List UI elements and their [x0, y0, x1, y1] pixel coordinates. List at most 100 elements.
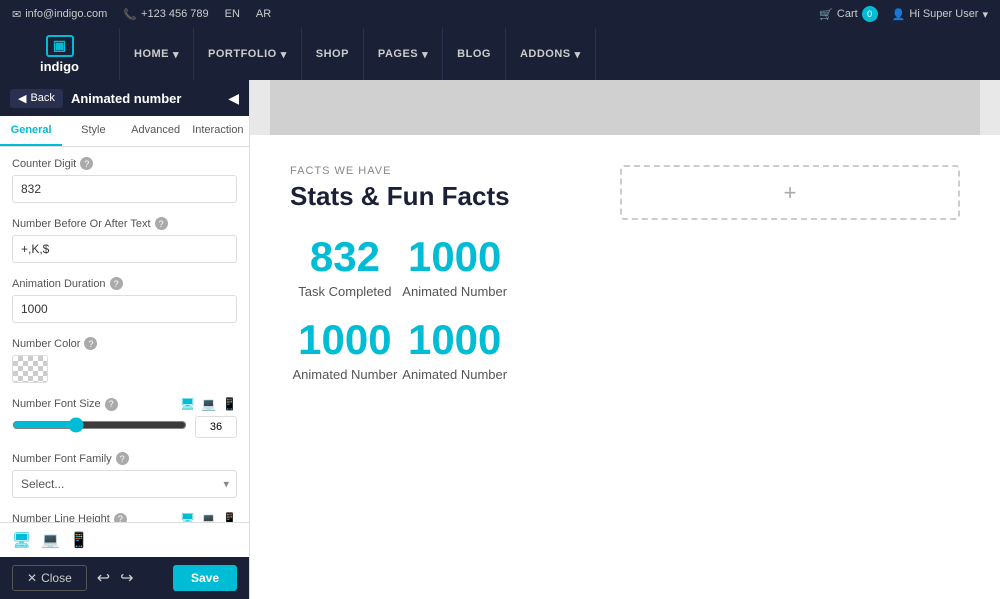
stats-grid: 832 Task Completed 1000 Animated Number … [290, 236, 510, 382]
top-bar: ✉ info@indigo.com 📞 +123 456 789 EN AR 🛒… [0, 0, 1000, 28]
canvas-content: FACTS WE HAVE Stats & Fun Facts 832 Task… [250, 135, 1000, 599]
main-nav: ▣ indigo HOME ▾ PORTFOLIO ▾ SHOP PAGES ▾… [0, 28, 1000, 80]
stat-item-2: 1000 Animated Number [290, 319, 400, 382]
stat-item-0: 832 Task Completed [290, 236, 400, 299]
section-title: Stats & Fun Facts [290, 181, 510, 212]
back-arrow-icon: ◀ [18, 92, 26, 105]
nav-item-addons[interactable]: ADDONS ▾ [506, 28, 596, 80]
counter-digit-input[interactable] [12, 175, 237, 203]
add-widget-icon: + [784, 180, 797, 206]
content-area: ◀ Back Animated number ◀ General Style A… [0, 80, 1000, 599]
number-font-size-number[interactable] [195, 416, 237, 438]
tablet-icon-lineheight[interactable]: 💻 [201, 512, 216, 522]
number-font-family-field: Number Font Family ? Select... [12, 452, 237, 498]
mobile-icon-lineheight[interactable]: 📱 [222, 512, 237, 522]
sidebar-header: ◀ Back Animated number ◀ [0, 80, 249, 116]
sidebar-content: Counter Digit ? Number Before Or After T… [0, 147, 249, 522]
number-font-family-select[interactable]: Select... [12, 470, 237, 498]
lang-en[interactable]: EN [225, 8, 240, 20]
sidebar-tabs: General Style Advanced Interaction [0, 116, 249, 147]
mobile-icon-fontsize[interactable]: 📱 [222, 397, 237, 411]
nav-item-home[interactable]: HOME ▾ [120, 28, 194, 80]
bottom-desktop-icon[interactable]: 🖥 [12, 531, 31, 549]
stat-number-0: 832 [290, 236, 400, 278]
stat-label-2: Animated Number [290, 367, 400, 382]
email-link[interactable]: ✉ info@indigo.com [12, 8, 107, 21]
pages-arrow-icon: ▾ [422, 48, 428, 61]
number-line-height-help-icon: ? [114, 513, 127, 523]
counter-digit-field: Counter Digit ? [12, 157, 237, 203]
nav-item-blog[interactable]: BLOG [443, 28, 506, 80]
action-bar: ✕ Close ↩ ↪ Save [0, 557, 249, 599]
counter-digit-help-icon: ? [80, 157, 93, 170]
cart-link[interactable]: 🛒 Cart 0 [819, 6, 877, 22]
number-before-after-field: Number Before Or After Text ? [12, 217, 237, 263]
number-font-family-help-icon: ? [116, 452, 129, 465]
responsive-icons-lineheight: 🖥 💻 📱 [180, 512, 237, 522]
tab-general[interactable]: General [0, 116, 62, 146]
home-arrow-icon: ▾ [173, 48, 179, 61]
user-menu[interactable]: 👤 Hi Super User ▾ [892, 8, 988, 21]
email-icon: ✉ [12, 8, 21, 21]
number-font-size-help-icon: ? [105, 398, 118, 411]
stat-label-1: Animated Number [400, 284, 510, 299]
bottom-tablet-icon[interactable]: 💻 [41, 531, 60, 549]
number-color-swatch[interactable] [12, 355, 48, 383]
stat-item-3: 1000 Animated Number [400, 319, 510, 382]
back-button[interactable]: ◀ Back [10, 89, 63, 108]
sidebar-bottom-responsive: 🖥 💻 📱 [0, 522, 249, 557]
undo-button[interactable]: ↩ [97, 568, 110, 588]
stat-label-3: Animated Number [400, 367, 510, 382]
nav-logo: ▣ indigo [0, 28, 120, 80]
stat-number-2: 1000 [290, 319, 400, 361]
close-button[interactable]: ✕ Close [12, 565, 87, 591]
tablet-icon-fontsize[interactable]: 💻 [201, 397, 216, 411]
number-line-height-field: Number Line Height ? 🖥 💻 📱 [12, 512, 237, 522]
stat-label-0: Task Completed [290, 284, 400, 299]
stat-number-3: 1000 [400, 319, 510, 361]
stat-item-1: 1000 Animated Number [400, 236, 510, 299]
tab-advanced[interactable]: Advanced [125, 116, 187, 146]
redo-button[interactable]: ↪ [120, 568, 133, 588]
desktop-icon-lineheight[interactable]: 🖥 [180, 512, 195, 522]
close-icon: ✕ [27, 571, 37, 585]
nav-menu: HOME ▾ PORTFOLIO ▾ SHOP PAGES ▾ BLOG ADD… [120, 28, 1000, 80]
animation-duration-help-icon: ? [110, 277, 123, 290]
stat-number-1: 1000 [400, 236, 510, 278]
number-font-family-select-wrap: Select... [12, 470, 237, 498]
stats-section: FACTS WE HAVE Stats & Fun Facts 832 Task… [290, 165, 510, 382]
cart-count-badge: 0 [862, 6, 878, 22]
animation-duration-input[interactable] [12, 295, 237, 323]
nav-item-pages[interactable]: PAGES ▾ [364, 28, 443, 80]
number-font-size-slider[interactable] [12, 417, 187, 433]
lang-ar[interactable]: AR [256, 8, 271, 20]
tab-style[interactable]: Style [62, 116, 124, 146]
save-button[interactable]: Save [173, 565, 237, 591]
addons-arrow-icon: ▾ [575, 48, 581, 61]
responsive-icons-fontsize: 🖥 💻 📱 [180, 397, 237, 411]
sidebar-collapse-button[interactable]: ◀ [228, 90, 239, 107]
portfolio-arrow-icon: ▾ [281, 48, 287, 61]
bottom-mobile-icon[interactable]: 📱 [70, 531, 89, 549]
section-label: FACTS WE HAVE [290, 165, 510, 177]
logo-icon: ▣ [46, 35, 74, 57]
user-icon: 👤 [892, 8, 906, 21]
nav-item-portfolio[interactable]: PORTFOLIO ▾ [194, 28, 302, 80]
desktop-icon-fontsize[interactable]: 🖥 [180, 397, 195, 411]
top-bar-right: 🛒 Cart 0 👤 Hi Super User ▾ [819, 6, 988, 22]
phone-icon: 📞 [123, 8, 137, 21]
number-color-field: Number Color ? [12, 337, 237, 383]
phone-link[interactable]: 📞 +123 456 789 [123, 8, 208, 21]
user-arrow-icon: ▾ [982, 8, 988, 21]
add-widget-box[interactable]: + [620, 165, 960, 220]
tab-interaction[interactable]: Interaction [187, 116, 249, 146]
sidebar: ◀ Back Animated number ◀ General Style A… [0, 80, 250, 599]
nav-item-shop[interactable]: SHOP [302, 28, 364, 80]
animation-duration-field: Animation Duration ? [12, 277, 237, 323]
number-before-after-input[interactable] [12, 235, 237, 263]
number-color-help-icon: ? [84, 337, 97, 350]
top-bar-left: ✉ info@indigo.com 📞 +123 456 789 EN AR [12, 8, 271, 21]
number-before-after-help-icon: ? [155, 217, 168, 230]
main-canvas: FACTS WE HAVE Stats & Fun Facts 832 Task… [250, 80, 1000, 599]
number-font-size-field: Number Font Size ? 🖥 💻 📱 [12, 397, 237, 438]
